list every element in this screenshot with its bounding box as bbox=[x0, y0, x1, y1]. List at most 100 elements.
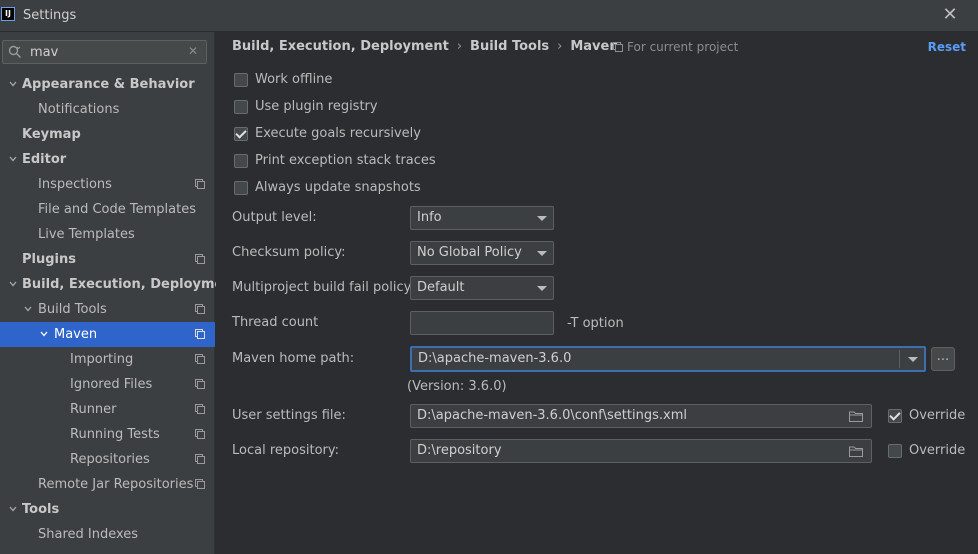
checkbox-label: Print exception stack traces bbox=[255, 153, 436, 168]
chevron-down-icon[interactable] bbox=[24, 305, 32, 313]
project-scope-icon bbox=[195, 329, 205, 339]
sidebar-item-label: File and Code Templates bbox=[38, 202, 196, 217]
sidebar-item-label: Plugins bbox=[22, 252, 76, 267]
folder-icon[interactable] bbox=[849, 411, 863, 422]
thread-count-input[interactable] bbox=[410, 311, 554, 335]
thread-count-hint: -T option bbox=[567, 316, 624, 331]
sidebar-item-label: Appearance & Behavior bbox=[22, 77, 195, 92]
sidebar-item-ignored-files[interactable]: Ignored Files bbox=[0, 372, 215, 397]
chevron-down-icon[interactable] bbox=[9, 280, 17, 288]
dropdown-arrow-icon bbox=[908, 357, 918, 362]
sidebar: ✕ Appearance & Behavior Notifications Ke… bbox=[0, 32, 239, 554]
checkbox-label: Use plugin registry bbox=[255, 99, 378, 114]
search-box[interactable]: ✕ bbox=[2, 40, 207, 64]
sidebar-item-label: Importing bbox=[70, 352, 134, 367]
multiproject-fail-policy-select[interactable]: Default bbox=[410, 276, 554, 300]
app-icon: IJ bbox=[1, 7, 15, 21]
checkbox-box[interactable] bbox=[234, 100, 248, 114]
sidebar-item-keymap[interactable]: Keymap bbox=[0, 122, 215, 147]
search-icon bbox=[8, 45, 21, 58]
breadcrumb-separator: › bbox=[557, 39, 563, 54]
output-level-select[interactable]: Info bbox=[410, 206, 554, 230]
checkbox-box[interactable] bbox=[234, 154, 248, 168]
settings-panel: Build, Execution, Deployment › Build Tools… bbox=[216, 32, 978, 554]
checkbox-label: Always update snapshots bbox=[255, 180, 421, 195]
sidebar-item-remote-jar-repositories[interactable]: Remote Jar Repositories bbox=[0, 472, 215, 497]
project-scope-icon bbox=[195, 179, 205, 189]
sidebar-item-file-code-templates[interactable]: File and Code Templates bbox=[0, 197, 215, 222]
sidebar-item-importing[interactable]: Importing bbox=[0, 347, 215, 372]
sidebar-item-label: Maven bbox=[54, 327, 98, 342]
sidebar-item-label: Editor bbox=[22, 152, 67, 167]
checkbox-box[interactable] bbox=[234, 181, 248, 195]
project-scope-icon bbox=[195, 254, 205, 264]
user-settings-label: User settings file: bbox=[232, 408, 346, 423]
checkbox-label: Override bbox=[909, 443, 966, 458]
sidebar-item-build-execution-deployment[interactable]: Build, Execution, Deployment bbox=[0, 272, 239, 297]
window-title: Settings bbox=[23, 8, 77, 23]
sidebar-item-label: Inspections bbox=[38, 177, 112, 192]
sidebar-item-label: Build Tools bbox=[38, 302, 107, 317]
sidebar-item-editor[interactable]: Editor bbox=[0, 147, 215, 172]
checkbox-box-checked[interactable] bbox=[234, 127, 248, 141]
chevron-down-icon[interactable] bbox=[40, 330, 48, 338]
sidebar-item-tools[interactable]: Tools bbox=[0, 497, 215, 522]
sidebar-item-label: Ignored Files bbox=[70, 377, 153, 392]
project-scope-icon bbox=[195, 354, 205, 364]
project-scope-icon bbox=[195, 479, 205, 489]
select-value: Default bbox=[417, 280, 465, 295]
sidebar-item-repositories[interactable]: Repositories bbox=[0, 447, 215, 472]
user-settings-input[interactable]: D:\apache-maven-3.6.0\conf\settings.xml bbox=[410, 404, 872, 428]
reset-link[interactable]: Reset bbox=[928, 40, 966, 54]
sidebar-item-build-tools[interactable]: Build Tools bbox=[0, 297, 215, 322]
input-value: D:\apache-maven-3.6.0\conf\settings.xml bbox=[417, 408, 687, 423]
breadcrumb: Build, Execution, Deployment › Build Tools… bbox=[232, 39, 619, 54]
breadcrumb-item[interactable]: Build Tools bbox=[470, 39, 549, 54]
sidebar-item-label: Notifications bbox=[38, 102, 120, 117]
project-scope-icon bbox=[195, 429, 205, 439]
project-scope-icon bbox=[195, 379, 205, 389]
sidebar-item-label: Build, Execution, Deployment bbox=[22, 277, 239, 292]
sidebar-item-label: Remote Jar Repositories bbox=[38, 477, 194, 492]
sidebar-item-shared-indexes[interactable]: Shared Indexes bbox=[0, 522, 215, 547]
sidebar-item-appearance-behavior[interactable]: Appearance & Behavior bbox=[0, 72, 215, 97]
local-repository-input[interactable]: D:\repository bbox=[410, 439, 872, 463]
checkbox-box-checked[interactable] bbox=[888, 409, 902, 423]
checkbox-box[interactable] bbox=[234, 73, 248, 87]
sidebar-item-label: Running Tests bbox=[70, 427, 160, 442]
sidebar-item-live-templates[interactable]: Live Templates bbox=[0, 222, 215, 247]
checkbox-box[interactable] bbox=[888, 444, 902, 458]
sidebar-item-label: Keymap bbox=[22, 127, 81, 142]
search-input[interactable] bbox=[30, 43, 180, 61]
multiproject-fail-policy-label: Multiproject build fail policy: bbox=[232, 280, 415, 295]
sidebar-item-inspections[interactable]: Inspections bbox=[0, 172, 215, 197]
browse-maven-home-button[interactable]: ... bbox=[931, 347, 955, 371]
chevron-down-icon[interactable] bbox=[9, 80, 17, 88]
folder-icon[interactable] bbox=[849, 446, 863, 457]
sidebar-item-notifications[interactable]: Notifications bbox=[0, 97, 215, 122]
sidebar-item-label: Shared Indexes bbox=[38, 527, 139, 542]
settings-tree: Appearance & Behavior Notifications Keym… bbox=[0, 72, 239, 547]
sidebar-item-plugins[interactable]: Plugins bbox=[0, 247, 215, 272]
clear-search-icon[interactable]: ✕ bbox=[188, 44, 198, 58]
project-scope-icon bbox=[195, 304, 205, 314]
maven-version-label: (Version: 3.6.0) bbox=[407, 379, 507, 394]
chevron-down-icon[interactable] bbox=[9, 505, 17, 513]
sidebar-item-label: Tools bbox=[22, 502, 60, 517]
project-scope-icon bbox=[195, 404, 205, 414]
scope-indicator: For current project bbox=[613, 40, 738, 54]
breadcrumb-item[interactable]: Build, Execution, Deployment bbox=[232, 39, 449, 54]
chevron-down-icon[interactable] bbox=[9, 155, 17, 163]
checksum-policy-label: Checksum policy: bbox=[232, 245, 346, 260]
sidebar-item-maven[interactable]: Maven bbox=[0, 322, 215, 347]
sidebar-item-label: Live Templates bbox=[38, 227, 135, 242]
sidebar-item-runner[interactable]: Runner bbox=[0, 397, 215, 422]
scope-label: For current project bbox=[627, 40, 739, 54]
maven-home-select[interactable]: D:\apache-maven-3.6.0 bbox=[410, 346, 926, 372]
input-value: D:\repository bbox=[417, 443, 502, 458]
checkbox-label: Work offline bbox=[255, 72, 333, 87]
checksum-policy-select[interactable]: No Global Policy bbox=[410, 241, 554, 265]
close-button[interactable]: ✕ bbox=[940, 5, 960, 25]
checkbox-label: Override bbox=[909, 408, 966, 423]
sidebar-item-running-tests[interactable]: Running Tests bbox=[0, 422, 215, 447]
